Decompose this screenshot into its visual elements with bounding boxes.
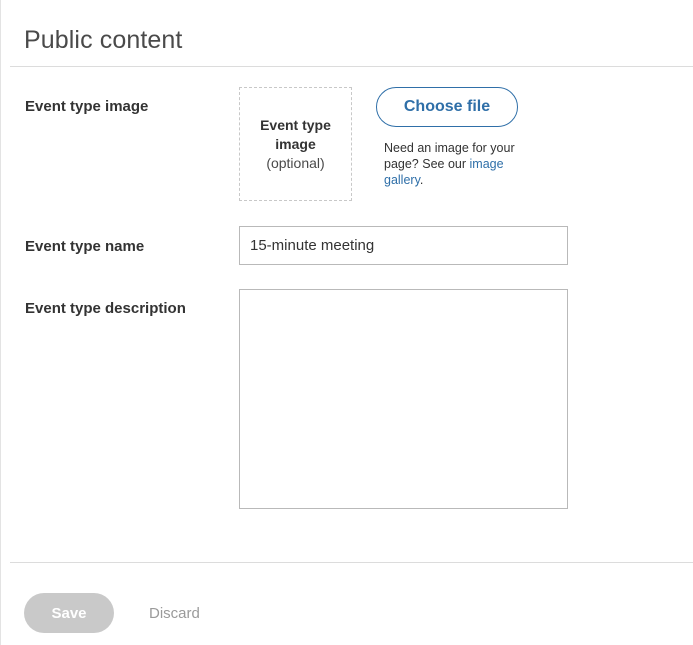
dropzone-hint: (optional) bbox=[266, 154, 325, 171]
event-type-image-label: Event type image bbox=[25, 98, 149, 115]
event-type-image-dropzone[interactable]: Event type image (optional) bbox=[239, 87, 352, 201]
event-type-name-input[interactable] bbox=[239, 226, 568, 265]
image-help-text: Need an image for your page? See our ima… bbox=[384, 140, 524, 188]
discard-button[interactable]: Discard bbox=[139, 593, 210, 633]
event-type-name-label: Event type name bbox=[25, 238, 145, 255]
event-type-description-textarea[interactable] bbox=[239, 289, 568, 509]
page-title: Public content bbox=[24, 26, 183, 54]
dropzone-title: Event type image bbox=[260, 116, 331, 152]
top-divider bbox=[10, 66, 693, 67]
save-button[interactable]: Save bbox=[24, 593, 114, 633]
image-help-text-end: . bbox=[419, 173, 424, 187]
event-type-description-label: Event type description bbox=[25, 300, 186, 317]
choose-file-button[interactable]: Choose file bbox=[376, 87, 518, 127]
bottom-divider bbox=[10, 562, 693, 563]
public-content-panel: Public content Event type image Event ty… bbox=[0, 0, 693, 645]
